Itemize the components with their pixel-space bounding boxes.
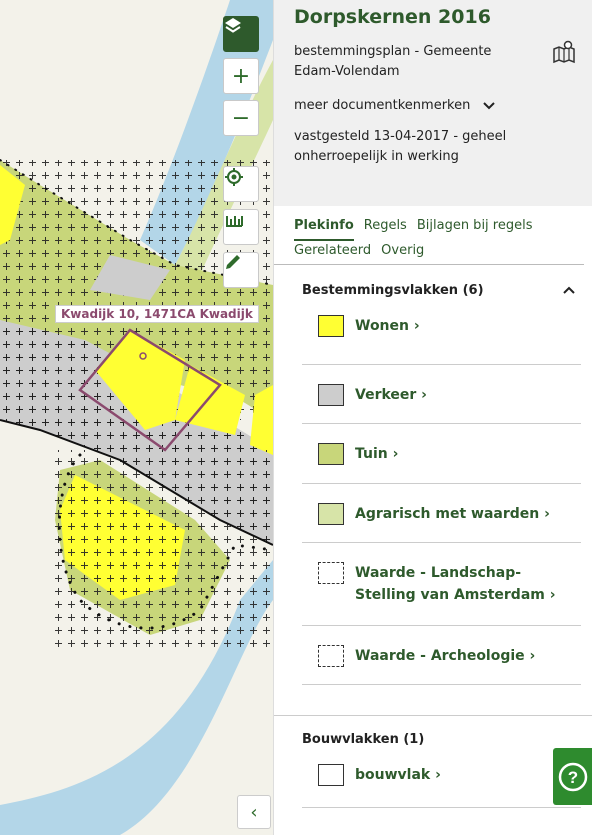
legend-swatch [318, 443, 344, 465]
help-button[interactable]: ? [553, 748, 592, 805]
bouwvlakken-header[interactable]: Bouwvlakken (1) [274, 715, 592, 752]
panel-tabs: Plekinfo Regels Bijlagen bij regels Gere… [274, 206, 584, 265]
legend-item[interactable]: Agrarisch met waarden › [302, 484, 581, 543]
measure-button[interactable] [223, 209, 259, 245]
tab-bijlagen[interactable]: Bijlagen bij regels [417, 216, 533, 241]
plan-status: vastgesteld 13-04-2017 - geheel onherroe… [294, 129, 507, 164]
collapse-panel-button[interactable]: ‹ [237, 795, 271, 829]
info-panel: Dorpskernen 2016 bestemmingsplan - Gemee… [273, 0, 592, 835]
section-title: Bouwvlakken (1) [302, 731, 425, 747]
legend-item[interactable]: Verkeer › [302, 365, 581, 424]
zoom-out-button[interactable]: − [223, 100, 259, 136]
legend-item[interactable]: Tuin › [302, 424, 581, 484]
map-pin-icon[interactable] [552, 40, 576, 64]
legend-item-label: Waarde - Landschap-Stelling van Amsterda… [355, 565, 556, 603]
tab-overig[interactable]: Overig [381, 241, 424, 264]
chevron-down-icon [483, 101, 496, 109]
legend-item[interactable]: Wonen › [302, 303, 581, 365]
bestemmingsvlakken-header[interactable]: Bestemmingsvlakken (6) [274, 265, 592, 303]
zoom-in-button[interactable]: + [223, 58, 259, 94]
legend-item-label: bouwvlak › [355, 767, 441, 783]
legend-swatch [318, 315, 344, 337]
legend-item[interactable]: Waarde - Landschap-Stelling van Amsterda… [302, 543, 581, 626]
draw-icon [226, 255, 240, 269]
zoom-out-icon: − [231, 105, 251, 131]
meer-documentkenmerken-toggle[interactable]: meer documentkenmerken [294, 98, 572, 113]
legend-item[interactable]: Waarde - Archeologie › [302, 626, 581, 685]
plan-header: Dorpskernen 2016 bestemmingsplan - Gemee… [274, 0, 592, 206]
legend-swatch [318, 764, 344, 786]
meer-label: meer documentkenmerken [294, 98, 471, 113]
svg-text:?: ? [567, 768, 577, 787]
layers-icon [225, 18, 241, 33]
section-title: Bestemmingsvlakken (6) [302, 282, 484, 298]
help-icon: ? [558, 762, 587, 791]
locate-button[interactable] [223, 166, 259, 202]
legend-item-label: Agrarisch met waarden › [355, 506, 550, 522]
legend-item-label: Waarde - Archeologie › [355, 648, 536, 664]
tab-plekinfo[interactable]: Plekinfo [294, 216, 354, 241]
layers-button[interactable] [223, 16, 259, 52]
locate-icon [225, 168, 243, 186]
zoom-in-icon: + [231, 63, 251, 89]
draw-button[interactable] [223, 252, 259, 288]
plan-title: Dorpskernen 2016 [294, 6, 491, 28]
chevron-left-icon: ‹ [250, 801, 258, 823]
legend-item-label: Verkeer › [355, 387, 427, 403]
legend-swatch [318, 384, 344, 406]
legend-swatch [318, 503, 344, 525]
legend-swatch [318, 645, 344, 667]
measure-icon [226, 216, 243, 227]
bouwvlakken-list: bouwvlak › [274, 752, 592, 808]
tab-regels[interactable]: Regels [364, 216, 407, 241]
legend-item[interactable]: bouwvlak › [302, 752, 581, 808]
parcel-address-label: Kwadijk 10, 1471CA Kwadijk [55, 305, 259, 323]
legend-swatch [318, 562, 344, 584]
chevron-up-icon [563, 286, 575, 294]
map-view[interactable]: Kwadijk 10, 1471CA Kwadijk + − ‹ [0, 0, 273, 835]
bestemmingsvlakken-list: Wonen › Verkeer › Tuin › Agrarisch met waar… [274, 303, 592, 685]
tab-gerelateerd[interactable]: Gerelateerd [294, 241, 371, 264]
plan-subtitle: bestemmingsplan - Gemeente Edam-Volendam [294, 44, 492, 79]
legend-item-label: Tuin › [355, 446, 399, 462]
legend-item-label: Wonen › [355, 318, 420, 334]
